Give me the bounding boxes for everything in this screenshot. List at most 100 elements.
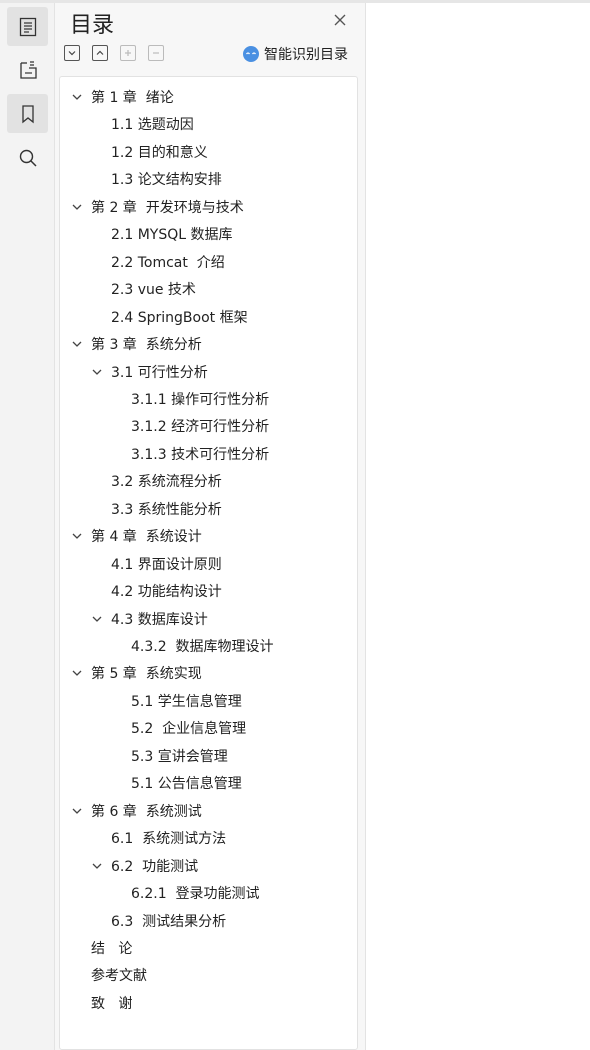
toc-item[interactable]: 4.3 数据库设计	[92, 607, 208, 633]
toc-item[interactable]: 5.3 宣讲会管理	[131, 744, 228, 770]
toc-item[interactable]: 致 谢	[91, 991, 132, 1017]
toc-item-label: 3.1.2 经济可行性分析	[131, 419, 270, 436]
toc-item-label: 2.2 Tomcat 介绍	[111, 254, 225, 271]
toc-item[interactable]: 4.2 功能结构设计	[111, 579, 222, 605]
toc-item[interactable]: 6.2.1 登录功能测试	[131, 881, 260, 907]
chevron-down-icon[interactable]	[71, 805, 85, 819]
annotation-icon	[19, 60, 37, 79]
bookmark-tab-button[interactable]	[7, 94, 48, 133]
toc-item[interactable]: 5.1 学生信息管理	[131, 689, 242, 715]
chevron-down-icon[interactable]	[71, 91, 85, 105]
toc-item-label: 1.3 论文结构安排	[111, 172, 222, 189]
toc-item[interactable]: 3.2 系统流程分析	[111, 469, 222, 495]
toc-icon	[19, 17, 36, 36]
toc-item-label: 2.4 SpringBoot 框架	[111, 309, 248, 326]
toc-item[interactable]: 1.1 选题动因	[111, 112, 194, 138]
toc-item[interactable]: 2.1 MYSQL 数据库	[111, 222, 233, 248]
toc-toolbar	[64, 45, 164, 61]
toc-item-label: 2.1 MYSQL 数据库	[111, 227, 233, 244]
toc-item-label: 第 1 章 绪论	[91, 90, 174, 106]
toc-item-label: 第 2 章 开发环境与技术	[91, 199, 244, 216]
chevron-down-icon[interactable]	[71, 667, 85, 681]
toc-item[interactable]: 3.1.3 技术可行性分析	[131, 442, 269, 468]
smart-recognize-label: 智能识别目录	[264, 47, 348, 63]
panel-title: 目录	[70, 13, 115, 38]
toc-item-label: 4.3.2 数据库物理设计	[131, 639, 274, 655]
toc-item-label: 6.1 系统测试方法	[111, 831, 227, 848]
expand-level-button[interactable]	[120, 45, 136, 61]
toc-item[interactable]: 参考文献	[91, 963, 147, 989]
toc-tree: 第 1 章 绪论 1.1 选题动因 1.2 目的和意义 1.3 论文结构安排第 2 章…	[59, 76, 358, 1050]
toc-item-label: 2.3 vue 技术	[111, 282, 196, 299]
chevron-down-icon[interactable]	[91, 613, 105, 627]
toc-item-label: 1.1 选题动因	[111, 117, 194, 134]
toc-item[interactable]: 第 4 章 系统设计	[72, 524, 202, 550]
smart-assistant-icon	[243, 46, 259, 62]
toc-item[interactable]: 4.1 界面设计原则	[111, 552, 222, 578]
toc-item[interactable]: 第 2 章 开发环境与技术	[72, 195, 244, 221]
toc-item[interactable]: 2.4 SpringBoot 框架	[111, 305, 248, 331]
toc-item[interactable]: 第 3 章 系统分析	[72, 332, 202, 358]
toc-item[interactable]: 第 5 章 系统实现	[72, 661, 202, 687]
toc-item-label: 6.2 功能测试	[111, 858, 199, 875]
annotation-tab-button[interactable]	[7, 50, 48, 89]
toc-item[interactable]: 6.2 功能测试	[92, 854, 199, 880]
bookmark-icon	[21, 104, 34, 123]
toc-item[interactable]: 3.1 可行性分析	[92, 360, 208, 386]
toc-item-label: 4.3 数据库设计	[111, 611, 208, 628]
toc-item[interactable]: 第 6 章 系统测试	[72, 799, 202, 825]
close-icon[interactable]	[333, 13, 347, 27]
toc-item-label: 第 3 章 系统分析	[91, 337, 202, 354]
collapse-level-button[interactable]	[148, 45, 164, 61]
toc-item[interactable]: 1.2 目的和意义	[111, 140, 208, 166]
toc-item-label: 4.2 功能结构设计	[111, 584, 222, 601]
smart-recognize-button[interactable]: 智能识别目录	[242, 44, 348, 64]
collapse-level-icon	[153, 52, 159, 54]
search-tab-button[interactable]	[7, 138, 48, 177]
toc-item[interactable]: 第 1 章 绪论	[72, 85, 174, 111]
toc-item-label: 6.3 测试结果分析	[111, 913, 227, 930]
toc-item[interactable]: 3.3 系统性能分析	[111, 497, 222, 523]
chevron-down-icon[interactable]	[71, 530, 85, 544]
toc-tab-button[interactable]	[7, 7, 48, 46]
toc-item-label: 第 5 章 系统实现	[91, 666, 202, 683]
collapse-all-icon	[68, 51, 76, 56]
toc-item-label: 参考文献	[91, 968, 147, 985]
expand-all-button[interactable]	[92, 45, 108, 61]
expand-level-icon	[125, 50, 131, 56]
toc-item-label: 5.3 宣讲会管理	[131, 748, 228, 765]
toc-item[interactable]: 结 论	[91, 936, 132, 962]
toc-item-label: 5.1 学生信息管理	[131, 693, 242, 710]
toc-item[interactable]: 4.3.2 数据库物理设计	[131, 634, 274, 660]
chevron-down-icon[interactable]	[71, 338, 85, 352]
collapse-all-button[interactable]	[64, 45, 80, 61]
toc-item-label: 3.1 可行性分析	[111, 364, 208, 381]
toc-item-label: 5.1 公告信息管理	[131, 776, 242, 793]
expand-all-icon	[96, 50, 104, 55]
toc-item-label: 第 6 章 系统测试	[91, 803, 202, 820]
toc-item-label: 3.3 系统性能分析	[111, 501, 222, 518]
toc-item[interactable]: 3.1.2 经济可行性分析	[131, 414, 269, 440]
document-area	[366, 3, 590, 1050]
toc-panel: 目录 智能识别目录 第 1 章 绪论 1.1 选题动因 1.2 目的和意义 1.3 论…	[55, 3, 366, 1050]
toc-item-label: 3.1.1 操作可行性分析	[131, 391, 270, 408]
toc-item-label: 3.1.3 技术可行性分析	[131, 446, 270, 463]
toc-item-label: 5.2 企业信息管理	[131, 721, 247, 738]
toc-item-label: 4.1 界面设计原则	[111, 556, 222, 573]
toc-item-label: 6.2.1 登录功能测试	[131, 886, 260, 903]
toc-item-label: 3.2 系统流程分析	[111, 474, 222, 491]
toc-item[interactable]: 2.2 Tomcat 介绍	[111, 250, 225, 276]
chevron-down-icon[interactable]	[71, 201, 85, 215]
toc-item-label: 1.2 目的和意义	[111, 144, 208, 161]
toc-item-label: 致 谢	[91, 995, 133, 1012]
search-icon	[19, 149, 37, 167]
toc-item[interactable]: 5.2 企业信息管理	[131, 716, 246, 742]
toc-item[interactable]: 3.1.1 操作可行性分析	[131, 387, 269, 413]
toc-item[interactable]: 6.3 测试结果分析	[111, 909, 226, 935]
toc-item[interactable]: 5.1 公告信息管理	[131, 771, 242, 797]
toc-item[interactable]: 1.3 论文结构安排	[111, 167, 222, 193]
toc-item[interactable]: 6.1 系统测试方法	[111, 826, 226, 852]
chevron-down-icon[interactable]	[91, 860, 105, 874]
toc-item[interactable]: 2.3 vue 技术	[111, 277, 196, 303]
chevron-down-icon[interactable]	[91, 366, 105, 380]
